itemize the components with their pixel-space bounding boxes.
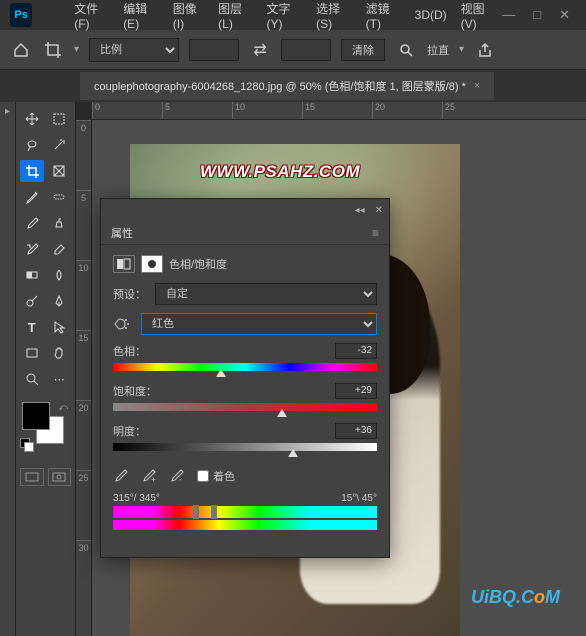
standard-mode[interactable] xyxy=(20,468,44,486)
swap-colors-icon[interactable]: ⤺ xyxy=(58,402,68,413)
search-icon[interactable] xyxy=(395,39,417,61)
chevron-down-icon[interactable]: ▾ xyxy=(74,44,79,55)
properties-tab[interactable]: 属性 xyxy=(111,225,133,241)
panel-collapse-icon[interactable]: ◂◂ xyxy=(355,205,365,216)
channel-select[interactable]: 红色 xyxy=(141,313,377,335)
menu-view[interactable]: 视图(V) xyxy=(455,0,503,34)
preset-select[interactable]: 自定 xyxy=(155,283,377,305)
eraser-tool[interactable] xyxy=(48,238,72,260)
range-right-value: 15°\ 45° xyxy=(341,493,377,504)
lightness-value[interactable]: +36 xyxy=(335,423,377,439)
hue-label: 色相： xyxy=(113,343,146,359)
adjustment-type-icon xyxy=(113,255,135,273)
crop-tool[interactable] xyxy=(20,160,44,182)
properties-panel: ◂◂ ✕ 属性 ≡ 色相/饱和度 预设： 自定 红色 色相： -32 饱和度： +2… xyxy=(100,198,390,558)
swap-dimensions-icon[interactable]: ⇄ xyxy=(249,39,271,61)
mask-icon[interactable] xyxy=(141,255,163,273)
menu-edit[interactable]: 编辑(E) xyxy=(117,0,165,34)
clone-stamp-tool[interactable] xyxy=(48,212,72,234)
pen-tool[interactable] xyxy=(48,290,72,312)
tab-title: couplephotography-6004268_1280.jpg @ 50%… xyxy=(94,78,466,94)
menu-select[interactable]: 选择(S) xyxy=(310,0,358,34)
hue-slider[interactable] xyxy=(113,363,377,373)
rectangle-tool[interactable] xyxy=(20,342,44,364)
eyedropper-add-icon[interactable]: + xyxy=(141,467,159,485)
default-colors-icon[interactable] xyxy=(20,438,34,452)
tab-close-icon[interactable]: × xyxy=(474,80,480,92)
move-tool[interactable] xyxy=(20,108,44,130)
ruler-vertical: 051015202530 xyxy=(76,120,92,636)
toolbox: T ⋯ ⤺ xyxy=(16,102,76,636)
color-range-bar-bottom[interactable] xyxy=(113,520,377,530)
colorize-checkbox[interactable]: 着色 xyxy=(197,468,235,484)
sidebar-collapse-handle[interactable]: ▸ xyxy=(0,102,16,636)
panel-menu-icon[interactable]: ≡ xyxy=(372,226,379,240)
blur-tool[interactable] xyxy=(48,264,72,286)
ratio-mode-select[interactable]: 比例 xyxy=(89,38,179,62)
edit-toolbar[interactable]: ⋯ xyxy=(48,368,72,390)
zoom-tool[interactable] xyxy=(20,368,44,390)
color-swatches[interactable]: ⤺ xyxy=(20,402,64,446)
crop-tool-icon[interactable] xyxy=(42,39,64,61)
type-tool[interactable]: T xyxy=(20,316,44,338)
lightness-slider[interactable] xyxy=(113,443,377,453)
adjustment-name: 色相/饱和度 xyxy=(169,256,227,272)
hue-value[interactable]: -32 xyxy=(335,343,377,359)
document-tab[interactable]: couplephotography-6004268_1280.jpg @ 50%… xyxy=(80,72,494,100)
hand-tool[interactable] xyxy=(48,342,72,364)
crop-width-input[interactable] xyxy=(189,39,239,61)
menu-type[interactable]: 文字(Y) xyxy=(261,0,309,34)
eyedropper-subtract-icon[interactable]: - xyxy=(169,467,187,485)
watermark-text: WWW.PSAHZ.COM xyxy=(200,162,360,182)
menu-layer[interactable]: 图层(L) xyxy=(212,0,258,34)
watermark-uibq: UiBQ.CoM xyxy=(471,587,560,608)
brush-tool[interactable] xyxy=(20,212,44,234)
saturation-slider[interactable] xyxy=(113,403,377,413)
window-maximize-icon[interactable]: □ xyxy=(533,7,541,23)
ps-logo: Ps xyxy=(10,3,32,27)
frame-tool[interactable] xyxy=(48,160,72,182)
foreground-color-swatch[interactable] xyxy=(22,402,50,430)
range-left-value: 315°/ 345° xyxy=(113,493,160,504)
history-brush-tool[interactable] xyxy=(20,238,44,260)
panel-close-icon[interactable]: ✕ xyxy=(375,205,383,216)
share-icon[interactable] xyxy=(474,39,496,61)
targeted-adjust-icon[interactable] xyxy=(113,316,135,332)
gradient-tool[interactable] xyxy=(20,264,44,286)
ruler-horizontal: 0510152025 xyxy=(92,102,586,120)
dodge-tool[interactable] xyxy=(20,290,44,312)
home-icon[interactable] xyxy=(10,39,32,61)
menubar: 文件(F) 编辑(E) 图像(I) 图层(L) 文字(Y) 选择(S) 滤镜(T… xyxy=(32,2,502,28)
menu-filter[interactable]: 滤镜(T) xyxy=(360,0,407,34)
color-range-bar-top[interactable] xyxy=(113,506,377,518)
saturation-value[interactable]: +29 xyxy=(335,383,377,399)
menu-file[interactable]: 文件(F) xyxy=(68,0,115,34)
saturation-label: 饱和度： xyxy=(113,383,157,399)
window-minimize-icon[interactable]: — xyxy=(502,7,515,23)
clear-button[interactable]: 清除 xyxy=(341,39,385,61)
eyedropper-tool[interactable] xyxy=(20,186,44,208)
svg-text:+: + xyxy=(151,475,156,483)
lightness-label: 明度： xyxy=(113,423,146,439)
preset-label: 预设： xyxy=(113,286,149,302)
menu-image[interactable]: 图像(I) xyxy=(167,0,210,34)
svg-text:-: - xyxy=(179,475,182,483)
eyedropper-set-icon[interactable] xyxy=(113,467,131,485)
path-selection-tool[interactable] xyxy=(48,316,72,338)
marquee-tool[interactable] xyxy=(48,108,72,130)
menu-3d[interactable]: 3D(D) xyxy=(409,5,453,25)
quickmask-mode[interactable] xyxy=(48,468,72,486)
straighten-label[interactable]: 拉直 xyxy=(427,42,449,58)
magic-wand-tool[interactable] xyxy=(48,134,72,156)
healing-brush-tool[interactable] xyxy=(48,186,72,208)
crop-height-input[interactable] xyxy=(281,39,331,61)
options-bar: ▾ 比例 ⇄ 清除 拉直 ▾ xyxy=(0,30,586,70)
window-close-icon[interactable]: ✕ xyxy=(559,7,570,23)
lasso-tool[interactable] xyxy=(20,134,44,156)
chevron-down-icon[interactable]: ▾ xyxy=(459,44,464,55)
